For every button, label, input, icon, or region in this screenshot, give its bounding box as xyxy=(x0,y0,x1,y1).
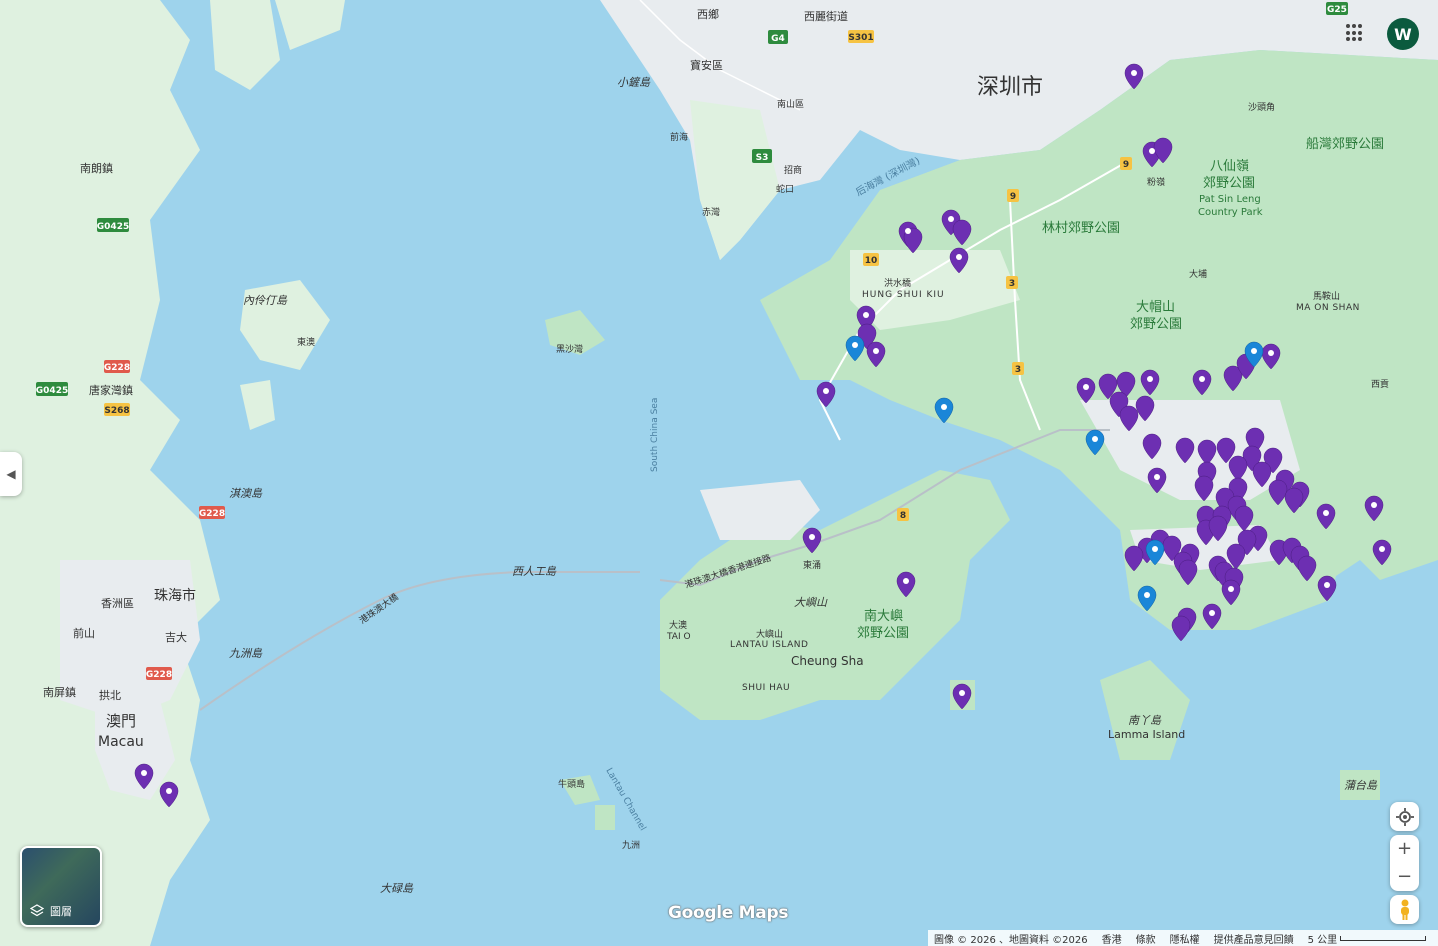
label-heishawan: 黑沙灣 xyxy=(556,343,583,355)
scale-line xyxy=(1340,935,1427,941)
my-location-button[interactable] xyxy=(1390,802,1419,831)
my-location-icon xyxy=(1395,807,1414,826)
layers-label: 圖層 xyxy=(50,905,72,918)
shield-g0425-a: G0425 xyxy=(97,222,129,232)
label-xiaochan: 小鏟島 xyxy=(617,76,651,89)
label-lantau-italic: 大嶼山 xyxy=(794,596,828,609)
label-cheung-sha: Cheung Sha xyxy=(791,654,864,668)
label-niutou: 牛頭島 xyxy=(558,778,585,790)
shield-s268: S268 xyxy=(104,406,129,416)
feedback-link[interactable]: 提供產品意見回饋 xyxy=(1214,931,1294,946)
label-south-china-sea: South China Sea xyxy=(650,398,660,472)
land-south-islands-2 xyxy=(595,805,615,830)
label-tai-lam: 林村郊野公園 xyxy=(1042,220,1120,236)
shield-g228-c: G228 xyxy=(146,670,172,680)
label-south-lantau-2: 郊野公園 xyxy=(857,625,909,641)
label-xili: 西麗街道 xyxy=(804,9,848,23)
label-xixiang: 西鄉 xyxy=(697,8,719,21)
label-lantau-zh: 大嶼山 xyxy=(756,628,783,640)
label-tai-mo-shan-1: 大帽山 xyxy=(1136,299,1175,315)
label-nanshan: 南山區 xyxy=(777,98,804,110)
zoom-out-button[interactable]: − xyxy=(1390,863,1419,891)
label-psl-3: Pat Sin Leng xyxy=(1199,194,1261,205)
label-mos-en: MA ON SHAN xyxy=(1296,303,1360,313)
attribution-text: 圖像 © 2026 、地圖資料 ©2026 xyxy=(934,934,1088,946)
label-dalu: 大碌島 xyxy=(380,882,414,895)
zoom-in-button[interactable]: + xyxy=(1390,835,1419,863)
shield-8: 8 xyxy=(900,511,906,521)
label-shui-hau: SHUI HAU xyxy=(742,683,790,693)
label-tangjiawan: 唐家灣鎮 xyxy=(89,383,133,397)
label-saikung: 西貢 xyxy=(1371,379,1389,390)
shield-g25: G25 xyxy=(1327,5,1347,15)
account-avatar[interactable]: W xyxy=(1387,18,1419,50)
label-gongbei: 拱北 xyxy=(99,688,121,702)
label-mos-zh: 馬鞍山 xyxy=(1313,290,1340,302)
label-tai-o-en: TAI O xyxy=(666,632,691,642)
google-maps-logo: Google Maps xyxy=(668,903,789,923)
shield-9-a: 9 xyxy=(1123,160,1129,170)
map-footer: 圖像 © 2026 、地圖資料 ©2026 香港 條款 隱私權 提供產品意見回饋… xyxy=(928,930,1438,946)
layers-button[interactable]: 圖層 xyxy=(20,846,102,927)
label-tai-o-zh: 大澳 xyxy=(669,619,687,631)
label-lamma-zh: 南丫島 xyxy=(1128,714,1162,727)
label-hsk-zh: 洪水橋 xyxy=(884,277,911,289)
scale-label: 5 公里 xyxy=(1307,934,1338,946)
label-neilingding: 內伶仃島 xyxy=(243,294,288,307)
shield-g4: G4 xyxy=(771,34,785,44)
label-lamma-en: Lamma Island xyxy=(1108,728,1185,741)
label-qiao: 淇澳島 xyxy=(229,487,263,500)
label-zhuhai: 珠海市 xyxy=(154,587,196,604)
shield-9-b: 9 xyxy=(1010,192,1016,202)
privacy-link[interactable]: 隱私權 xyxy=(1170,931,1200,946)
shield-g228-b: G228 xyxy=(199,509,225,519)
label-macau-en: Macau xyxy=(98,734,144,750)
label-psl-4: Country Park xyxy=(1198,207,1263,218)
label-tai-mo-shan-2: 郊野公園 xyxy=(1130,316,1182,332)
shield-s3: S3 xyxy=(756,153,769,163)
label-taipo: 大埔 xyxy=(1189,268,1207,280)
label-shekou: 蛇口 xyxy=(776,183,794,195)
terms-link[interactable]: 條款 xyxy=(1136,931,1156,946)
shield-10: 10 xyxy=(865,256,878,266)
shield-g0425-b: G0425 xyxy=(36,386,68,396)
label-baoan: 寶安區 xyxy=(690,58,723,72)
label-nanlang: 南朗鎮 xyxy=(80,161,113,175)
shield-3-b: 3 xyxy=(1015,365,1021,375)
map-canvas[interactable]: G4 S301 S3 G0425 G0425 G228 S268 G228 G2… xyxy=(0,0,1438,946)
label-xiangzhou: 香洲區 xyxy=(101,597,134,610)
label-qianshan: 前山 xyxy=(73,626,95,640)
label-macau-zh: 澳門 xyxy=(106,712,136,730)
label-psl-1: 八仙嶺 xyxy=(1210,159,1249,174)
shield-s301: S301 xyxy=(848,33,873,43)
label-jiuzhou: 九洲島 xyxy=(229,647,263,660)
pegman-icon xyxy=(1400,899,1409,920)
region-link[interactable]: 香港 xyxy=(1102,931,1122,946)
label-nanping: 南屏鎮 xyxy=(43,685,76,699)
label-donghuang: 東澳 xyxy=(297,336,315,348)
label-qianhai: 前海 xyxy=(670,131,688,143)
label-chiwan: 赤灣 xyxy=(702,206,720,218)
label-fanling: 粉嶺 xyxy=(1147,176,1165,188)
label-artificial-island: 西人工島 xyxy=(512,565,557,578)
zoom-control: + − xyxy=(1390,835,1419,891)
label-shatauokok: 沙頭角 xyxy=(1248,101,1275,113)
label-jida: 吉大 xyxy=(165,630,187,644)
label-hsk-en: HUNG SHUI KIU xyxy=(862,290,945,300)
label-tung-chung: 東涌 xyxy=(803,559,821,571)
shield-3-a: 3 xyxy=(1009,279,1015,289)
label-psl-2: 郊野公園 xyxy=(1203,175,1255,191)
label-south-lantau-1: 南大嶼 xyxy=(864,608,903,624)
collapse-panel-button[interactable]: ◀ xyxy=(0,452,22,496)
shield-g228-a: G228 xyxy=(104,363,130,373)
scale-bar[interactable]: 5 公里 xyxy=(1308,931,1427,946)
street-view-button[interactable] xyxy=(1390,895,1419,924)
label-shenzhen: 深圳市 xyxy=(977,75,1043,100)
label-potoi: 蒲台島 xyxy=(1344,779,1378,792)
label-plover-cove: 船灣郊野公園 xyxy=(1306,136,1384,152)
label-zhuzhou: 九洲 xyxy=(622,840,640,851)
label-zhaoshang: 招商 xyxy=(784,164,802,176)
label-lantau-en: LANTAU ISLAND xyxy=(730,640,808,650)
apps-grid-icon[interactable] xyxy=(1346,24,1364,42)
